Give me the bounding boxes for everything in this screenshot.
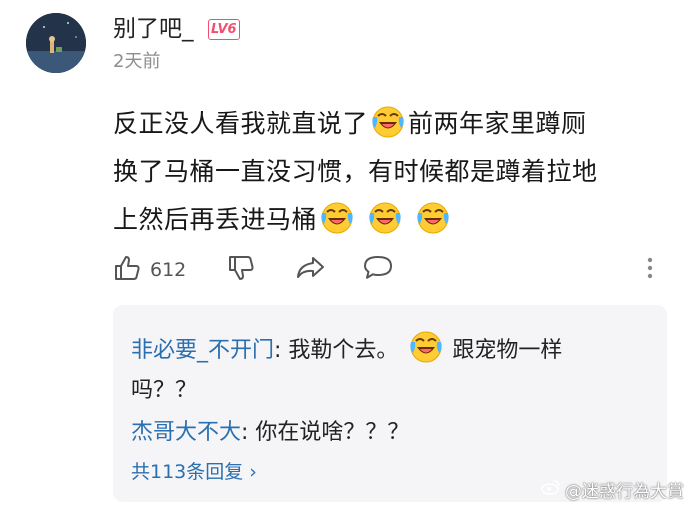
comment-line: 上然后再丢进马桶 — [113, 205, 318, 234]
reply-text: 吗？？ — [131, 378, 198, 403]
laughing-tears-emoji-icon — [408, 329, 444, 365]
like-count: 612 — [150, 259, 187, 281]
speech-bubble-icon — [362, 253, 394, 287]
share-arrow-icon — [295, 253, 327, 287]
replies-panel[interactable]: 非必要_不开门: 我勒个去。 跟宠物一样 吗？？ 杰哥大不大: 你在说啥？？？ 共… — [113, 305, 667, 502]
dislike-button[interactable] — [226, 250, 256, 290]
laughing-tears-emoji-icon — [370, 104, 406, 140]
reply-item[interactable]: 杰哥大不大: 你在说啥？？？ — [131, 413, 656, 453]
laughing-tears-emoji-icon — [415, 200, 451, 236]
comment-line: 反正没人看我就直说了 — [113, 109, 369, 138]
view-all-replies-link[interactable]: 共113条回复 › — [131, 457, 257, 487]
avatar[interactable] — [26, 13, 86, 73]
reply-author[interactable]: 非必要_不开门 — [131, 338, 274, 363]
comment-line: 前两年家里蹲厕 — [408, 109, 587, 138]
share-button[interactable] — [295, 250, 327, 290]
like-button[interactable]: 612 — [112, 250, 186, 290]
watermark-text: @迷惑行為大賞 — [565, 482, 684, 502]
comment-screen: 别了吧_ LV6 2天前 反正没人看我就直说了 前两年家里蹲厕 换了马桶一直没习惯… — [0, 0, 690, 506]
thumbs-down-icon — [226, 253, 256, 287]
comment-text: 反正没人看我就直说了 前两年家里蹲厕 换了马桶一直没习惯，有时候都是蹲着拉地 上然… — [113, 100, 673, 244]
level-badge: LV6 — [208, 19, 240, 40]
reply-text: : 你在说啥？？？ — [241, 420, 410, 445]
laughing-tears-emoji-icon — [319, 200, 355, 236]
comment-actions: 612 — [110, 250, 670, 290]
reply-item[interactable]: 非必要_不开门: 我勒个去。 跟宠物一样 吗？？ — [131, 329, 656, 411]
watermark: @迷惑行為大賞 — [541, 477, 684, 502]
laughing-tears-emoji-icon — [367, 200, 403, 236]
reply-text: 跟宠物一样 — [452, 338, 563, 363]
weibo-logo-icon — [541, 479, 561, 500]
reply-text: : 我勒个去。 — [274, 338, 399, 363]
thumbs-up-icon — [112, 253, 142, 287]
reply-author[interactable]: 杰哥大不大 — [131, 420, 241, 445]
username[interactable]: 别了吧_ — [113, 14, 194, 44]
comment-line: 换了马桶一直没习惯，有时候都是蹲着拉地 — [113, 157, 598, 186]
timestamp: 2天前 — [113, 51, 161, 72]
reply-button[interactable] — [362, 250, 394, 290]
more-vertical-icon — [644, 253, 656, 287]
more-options-button[interactable] — [644, 250, 656, 290]
